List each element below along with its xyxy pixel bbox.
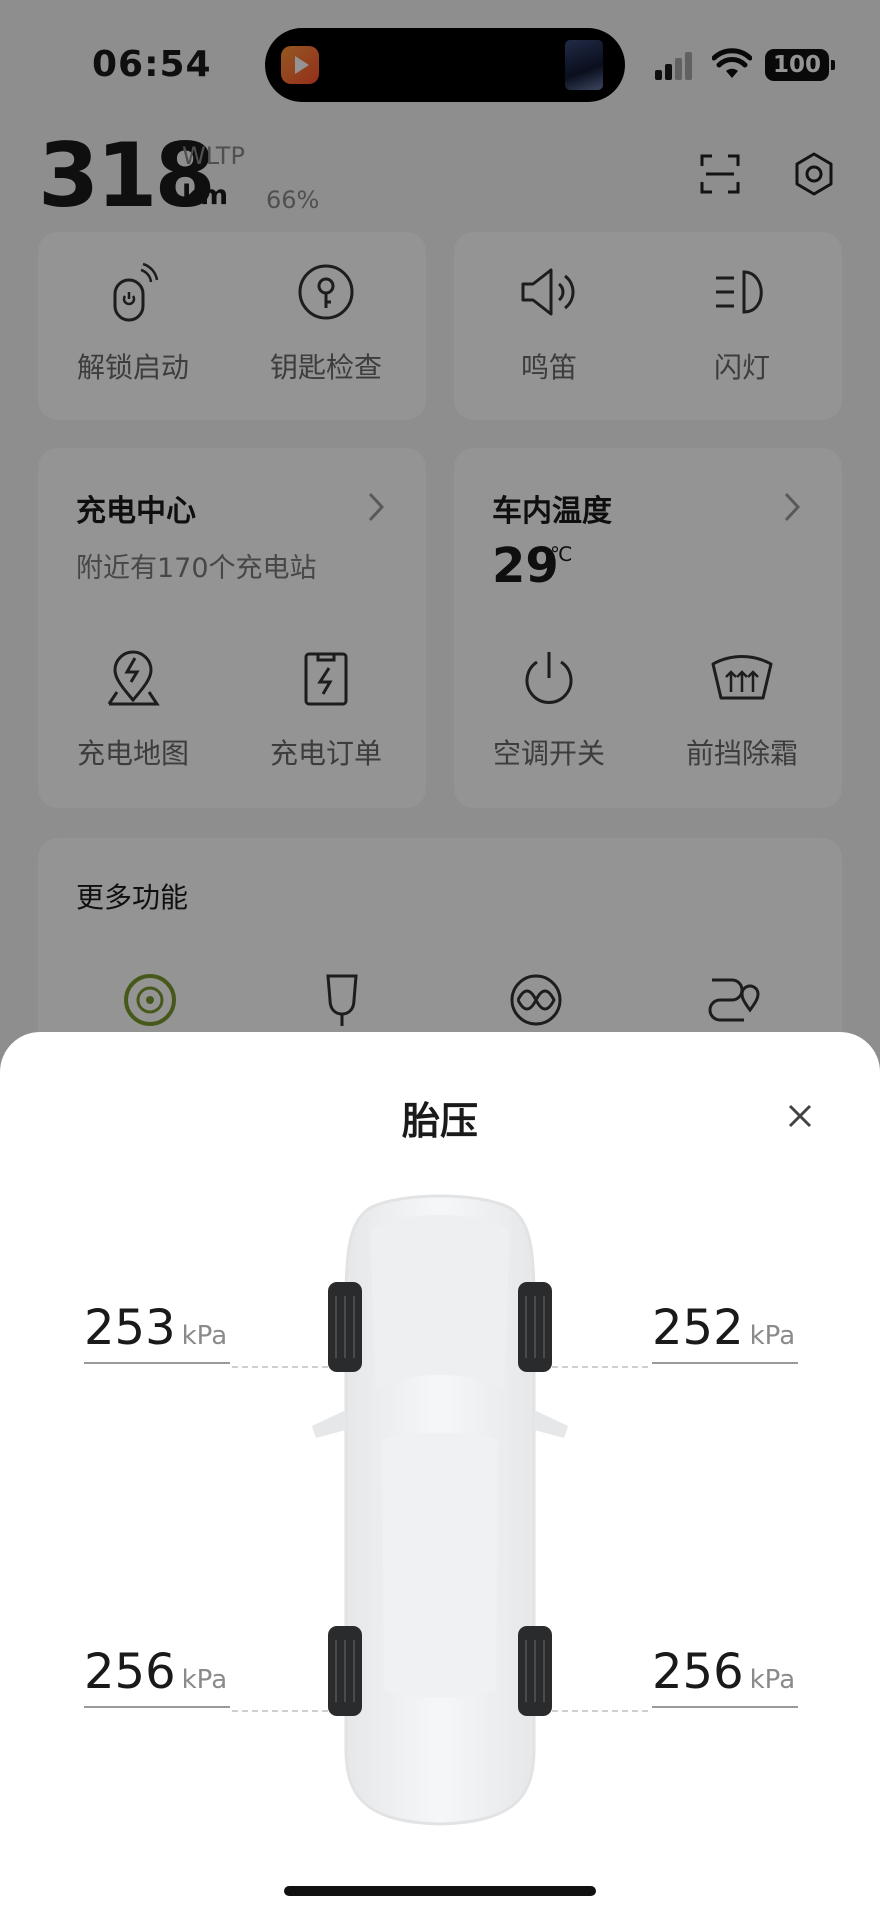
front-left-tire-icon xyxy=(328,1282,362,1372)
rear-right-leader xyxy=(552,1710,648,1712)
front-right-tire-icon xyxy=(518,1282,552,1372)
pressure-unit: kPa xyxy=(749,1321,796,1351)
rear-left-tire-icon xyxy=(328,1626,362,1716)
front-right-pressure: 252 kPa xyxy=(652,1300,798,1364)
pressure-unit: kPa xyxy=(181,1665,228,1695)
home-indicator[interactable] xyxy=(284,1886,596,1896)
front-left-pressure-value: 253 xyxy=(84,1300,176,1356)
front-left-leader xyxy=(232,1366,328,1368)
sheet-title: 胎压 xyxy=(401,1099,478,1143)
front-right-leader xyxy=(552,1366,648,1368)
rear-left-pressure: 256 kPa xyxy=(84,1644,230,1708)
pressure-unit: kPa xyxy=(181,1321,228,1351)
rear-left-leader xyxy=(232,1710,328,1712)
front-left-pressure: 253 kPa xyxy=(84,1300,230,1364)
close-icon[interactable] xyxy=(780,1096,820,1136)
tire-pressure-sheet: 胎压 253 kPa 252 kPa 256 kPa 256 kPa xyxy=(0,1032,880,1912)
car-top-view xyxy=(312,1194,568,1826)
pressure-unit: kPa xyxy=(749,1665,796,1695)
rear-right-pressure: 256 kPa xyxy=(652,1644,798,1708)
rear-left-pressure-value: 256 xyxy=(84,1644,176,1700)
rear-right-pressure-value: 256 xyxy=(652,1644,744,1700)
front-right-pressure-value: 252 xyxy=(652,1300,744,1356)
rear-right-tire-icon xyxy=(518,1626,552,1716)
